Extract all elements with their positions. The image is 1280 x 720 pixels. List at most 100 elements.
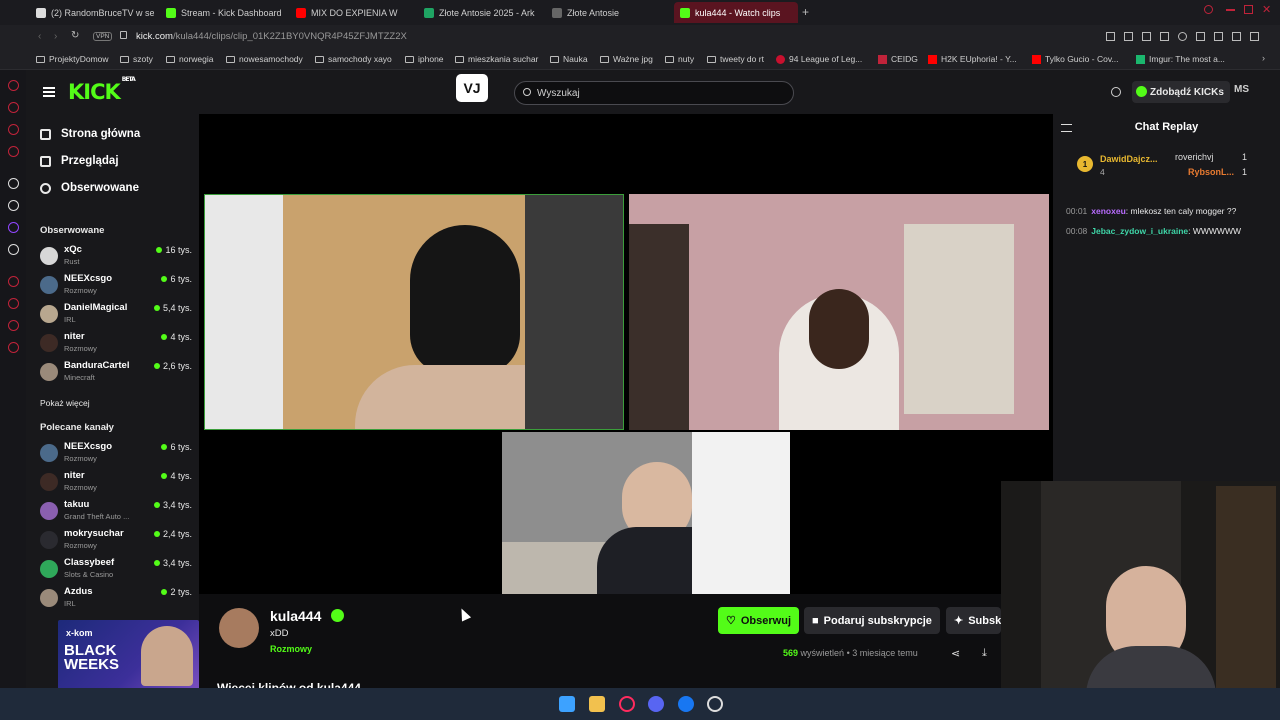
bookmark-side-icon[interactable] [8,276,19,287]
bookmark-item[interactable]: norwegia [166,54,214,64]
new-tab-icon[interactable]: + [802,5,809,19]
clock-icon[interactable] [8,298,19,309]
mail-icon[interactable] [8,146,19,157]
channel-item[interactable]: NEEXcsgo Rozmowy 6 tys. [40,441,192,469]
download-icon[interactable] [1232,32,1241,41]
download-icon[interactable]: ⤓ [982,647,987,660]
tab-kick-dashboard[interactable]: Stream - Kick Dashboard [160,2,284,23]
viewer-count: 3,4 tys. [153,558,192,568]
vj-extension-button[interactable]: VJ [456,74,488,102]
search-input[interactable]: Wyszukaj [514,81,794,105]
url-field[interactable]: kick.com/kula444/clips/clip_01K2Z1BY0VNQ… [136,31,407,42]
search-tabs-icon[interactable] [1204,5,1213,14]
channel-item[interactable]: Azdus IRL 2 tys. [40,586,192,614]
wallet-icon[interactable] [1214,32,1223,41]
live-dot-icon [153,305,160,311]
bookmark-item[interactable]: CEIDG [878,54,918,64]
left-sidebar: Strona główna Przeglądaj Obserwowane Obs… [26,114,199,698]
steam-icon[interactable] [707,696,723,712]
kick-logo[interactable]: KICKBETA [68,76,136,104]
camera-icon[interactable] [1142,32,1151,41]
x-icon[interactable] [8,244,19,255]
extensions-icon[interactable] [1196,32,1205,41]
notifications-bell-icon[interactable] [1111,87,1121,97]
menu-icon[interactable] [1250,32,1259,41]
cube-icon[interactable] [8,320,19,331]
channel-item[interactable]: niter Rozmowy 4 tys. [40,470,192,498]
subscribe-button[interactable]: ✦Subskrybuj [946,607,1001,634]
twitch-icon[interactable] [8,222,19,233]
messenger-icon[interactable] [678,696,694,712]
notifications-icon[interactable] [8,102,19,113]
forward-icon[interactable]: › [54,31,57,42]
snapshot-icon[interactable] [1124,32,1133,41]
streamer-name[interactable]: kula444 [270,608,321,624]
reload-icon[interactable]: ↻ [71,30,79,41]
windows-start-icon[interactable] [559,696,575,712]
kick-app-icon[interactable] [8,178,19,189]
bookmark-item[interactable]: iphone [405,54,444,64]
vpn-badge[interactable]: VPN [93,32,113,41]
avatar [40,334,58,352]
xkom-ad-banner[interactable]: x-kom BLACK WEEKS [58,620,199,690]
tab-sheets[interactable]: Złote Antosie 2025 - Ark [418,2,542,23]
channel-item[interactable]: NEEXcsgo Rozmowy 6 tys. [40,273,192,301]
clip-category[interactable]: Rozmowy [270,644,312,654]
channel-item[interactable]: xQc Rust 16 tys. [40,244,192,272]
bookmark-item[interactable]: H2K EUphoria! - Y... [928,54,1017,64]
follow-button[interactable]: ♡ Obserwuj [718,607,799,634]
channel-item[interactable]: BanduraCartel Minecraft 2,6 tys. [40,360,192,388]
settings-icon[interactable] [8,342,19,353]
search-icon [523,88,531,96]
clip-video-player[interactable] [199,114,1053,594]
bookmark-item[interactable]: nowesamochody [226,54,303,64]
share-icon[interactable]: ⋖ [951,647,960,660]
history-icon[interactable] [8,80,19,91]
chat-title: Chat Replay [1134,121,1199,133]
messenger-icon[interactable] [8,124,19,135]
bookmark-item[interactable]: samochody xayo [315,54,392,64]
bookmarks-overflow-icon[interactable]: › [1262,53,1265,63]
play-icon[interactable] [1160,32,1169,41]
get-kicks-button[interactable]: Zdobądź KICKs [1132,81,1230,103]
bookmark-item[interactable]: 94 League of Leg... [776,54,862,64]
bookmark-item[interactable]: Imgur: The most a... [1136,54,1225,64]
tab-kula444-active[interactable]: kula444 - Watch clips [674,2,798,23]
channel-item[interactable]: mokrysuchar Rozmowy 2,4 tys. [40,528,192,556]
user-avatar[interactable]: MS [1234,84,1249,95]
channel-item[interactable]: niter Rozmowy 4 tys. [40,331,192,359]
close-icon[interactable]: ✕ [1262,3,1271,16]
bookmark-item[interactable]: szoty [120,54,153,64]
folder-icon [120,55,129,63]
opera-gx-icon[interactable] [619,696,635,712]
bookmark-item[interactable]: mieszkania suchar [455,54,538,64]
tab-randombrucetv[interactable]: (2) RandomBruceTV w se [30,2,154,23]
chatgpt-icon[interactable] [8,200,19,211]
nav-home[interactable]: Strona główna [40,128,140,140]
file-explorer-icon[interactable] [589,696,605,712]
pin-icon[interactable] [1106,32,1115,41]
bookmark-item[interactable]: tweety do rt [707,54,764,64]
minimize-icon[interactable] [1226,9,1235,11]
hamburger-menu-icon[interactable] [43,87,55,97]
channel-item[interactable]: Classybeef Slots & Casino 3,4 tys. [40,557,192,585]
heart-icon [40,182,51,194]
discord-icon[interactable] [648,696,664,712]
bookmark-item[interactable]: Tylko Gucio - Cov... [1032,54,1119,64]
bookmark-item[interactable]: nuty [665,54,694,64]
streamer-avatar[interactable] [219,608,259,648]
bookmark-item[interactable]: Ważne jpg [600,54,653,64]
bookmark-item[interactable]: Nauka [550,54,588,64]
back-icon[interactable]: ‹ [38,31,41,42]
channel-item[interactable]: takuu Grand Theft Auto ... 3,4 tys. [40,499,192,527]
maximize-icon[interactable] [1244,5,1253,14]
gift-sub-button[interactable]: ■ Podaruj subskrypcje [804,607,940,634]
tab-zlote-antosie[interactable]: Złote Antosie [546,2,670,23]
tab-youtube-mix[interactable]: MIX DO EXPIENIA W [290,2,414,23]
show-more-link[interactable]: Pokaż więcej [40,398,90,408]
heart-icon[interactable] [1178,32,1187,41]
channel-item[interactable]: DanielMagical IRL 5,4 tys. [40,302,192,330]
nav-browse[interactable]: Przeglądaj [40,155,119,167]
bookmark-item[interactable]: ProjektyDomow [36,54,109,64]
nav-following[interactable]: Obserwowane [40,182,139,194]
